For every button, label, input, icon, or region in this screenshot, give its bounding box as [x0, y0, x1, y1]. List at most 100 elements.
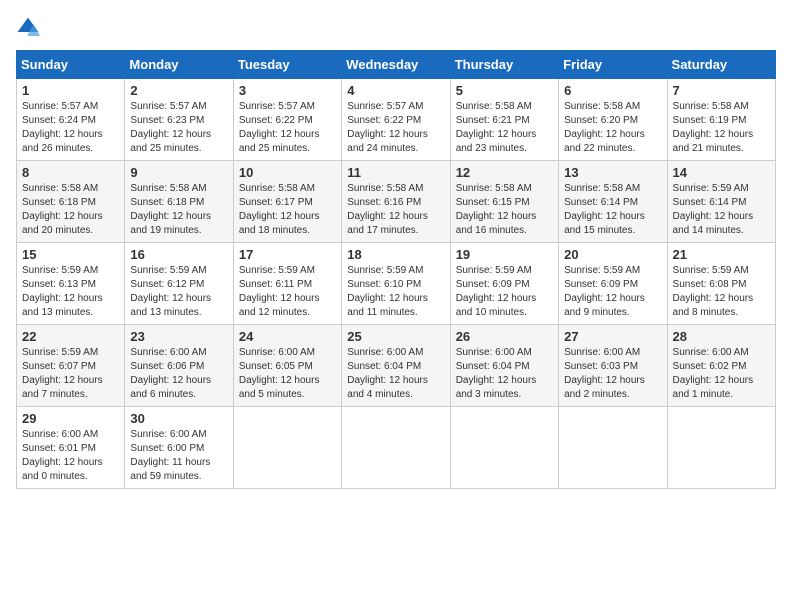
calendar-cell	[233, 407, 341, 489]
day-number: 23	[130, 329, 227, 344]
calendar-cell: 17 Sunrise: 5:59 AM Sunset: 6:11 PM Dayl…	[233, 243, 341, 325]
day-info: Sunrise: 5:58 AM Sunset: 6:20 PM Dayligh…	[564, 100, 661, 156]
column-headers-row: SundayMondayTuesdayWednesdayThursdayFrid…	[17, 51, 776, 79]
calendar-cell: 24 Sunrise: 6:00 AM Sunset: 6:05 PM Dayl…	[233, 325, 341, 407]
calendar-cell: 28 Sunrise: 6:00 AM Sunset: 6:02 PM Dayl…	[667, 325, 775, 407]
calendar-cell: 9 Sunrise: 5:58 AM Sunset: 6:18 PM Dayli…	[125, 161, 233, 243]
day-number: 16	[130, 247, 227, 262]
day-info: Sunrise: 5:59 AM Sunset: 6:07 PM Dayligh…	[22, 346, 119, 402]
calendar-cell: 2 Sunrise: 5:57 AM Sunset: 6:23 PM Dayli…	[125, 79, 233, 161]
day-info: Sunrise: 5:58 AM Sunset: 6:19 PM Dayligh…	[673, 100, 770, 156]
day-number: 24	[239, 329, 336, 344]
day-number: 9	[130, 165, 227, 180]
week-row-2: 8 Sunrise: 5:58 AM Sunset: 6:18 PM Dayli…	[17, 161, 776, 243]
day-number: 10	[239, 165, 336, 180]
day-info: Sunrise: 5:57 AM Sunset: 6:22 PM Dayligh…	[347, 100, 444, 156]
day-info: Sunrise: 5:59 AM Sunset: 6:12 PM Dayligh…	[130, 264, 227, 320]
day-number: 21	[673, 247, 770, 262]
calendar-cell	[667, 407, 775, 489]
day-info: Sunrise: 6:00 AM Sunset: 6:04 PM Dayligh…	[456, 346, 553, 402]
day-number: 20	[564, 247, 661, 262]
calendar-cell: 21 Sunrise: 5:59 AM Sunset: 6:08 PM Dayl…	[667, 243, 775, 325]
column-header-wednesday: Wednesday	[342, 51, 450, 79]
calendar-cell: 8 Sunrise: 5:58 AM Sunset: 6:18 PM Dayli…	[17, 161, 125, 243]
calendar-cell	[450, 407, 558, 489]
day-info: Sunrise: 5:57 AM Sunset: 6:22 PM Dayligh…	[239, 100, 336, 156]
day-info: Sunrise: 6:00 AM Sunset: 6:03 PM Dayligh…	[564, 346, 661, 402]
day-number: 26	[456, 329, 553, 344]
day-number: 12	[456, 165, 553, 180]
calendar-body: 1 Sunrise: 5:57 AM Sunset: 6:24 PM Dayli…	[17, 79, 776, 489]
header	[16, 16, 776, 40]
day-number: 30	[130, 411, 227, 426]
calendar-cell: 30 Sunrise: 6:00 AM Sunset: 6:00 PM Dayl…	[125, 407, 233, 489]
day-info: Sunrise: 5:59 AM Sunset: 6:09 PM Dayligh…	[456, 264, 553, 320]
day-number: 6	[564, 83, 661, 98]
logo	[16, 16, 44, 40]
column-header-sunday: Sunday	[17, 51, 125, 79]
day-number: 7	[673, 83, 770, 98]
day-info: Sunrise: 5:59 AM Sunset: 6:11 PM Dayligh…	[239, 264, 336, 320]
week-row-3: 15 Sunrise: 5:59 AM Sunset: 6:13 PM Dayl…	[17, 243, 776, 325]
day-number: 4	[347, 83, 444, 98]
week-row-5: 29 Sunrise: 6:00 AM Sunset: 6:01 PM Dayl…	[17, 407, 776, 489]
day-info: Sunrise: 6:00 AM Sunset: 6:04 PM Dayligh…	[347, 346, 444, 402]
day-info: Sunrise: 5:58 AM Sunset: 6:18 PM Dayligh…	[22, 182, 119, 238]
calendar-cell: 22 Sunrise: 5:59 AM Sunset: 6:07 PM Dayl…	[17, 325, 125, 407]
calendar-cell: 16 Sunrise: 5:59 AM Sunset: 6:12 PM Dayl…	[125, 243, 233, 325]
day-info: Sunrise: 6:00 AM Sunset: 6:05 PM Dayligh…	[239, 346, 336, 402]
week-row-4: 22 Sunrise: 5:59 AM Sunset: 6:07 PM Dayl…	[17, 325, 776, 407]
day-info: Sunrise: 6:00 AM Sunset: 6:06 PM Dayligh…	[130, 346, 227, 402]
column-header-thursday: Thursday	[450, 51, 558, 79]
day-number: 17	[239, 247, 336, 262]
calendar-cell: 12 Sunrise: 5:58 AM Sunset: 6:15 PM Dayl…	[450, 161, 558, 243]
day-number: 8	[22, 165, 119, 180]
column-header-monday: Monday	[125, 51, 233, 79]
day-info: Sunrise: 5:59 AM Sunset: 6:10 PM Dayligh…	[347, 264, 444, 320]
day-number: 25	[347, 329, 444, 344]
day-info: Sunrise: 5:59 AM Sunset: 6:09 PM Dayligh…	[564, 264, 661, 320]
day-info: Sunrise: 5:58 AM Sunset: 6:15 PM Dayligh…	[456, 182, 553, 238]
calendar-cell: 26 Sunrise: 6:00 AM Sunset: 6:04 PM Dayl…	[450, 325, 558, 407]
day-number: 13	[564, 165, 661, 180]
day-info: Sunrise: 5:58 AM Sunset: 6:16 PM Dayligh…	[347, 182, 444, 238]
calendar-cell: 14 Sunrise: 5:59 AM Sunset: 6:14 PM Dayl…	[667, 161, 775, 243]
calendar-table: SundayMondayTuesdayWednesdayThursdayFrid…	[16, 50, 776, 489]
day-info: Sunrise: 6:00 AM Sunset: 6:00 PM Dayligh…	[130, 428, 227, 484]
day-number: 3	[239, 83, 336, 98]
calendar-cell: 15 Sunrise: 5:59 AM Sunset: 6:13 PM Dayl…	[17, 243, 125, 325]
day-info: Sunrise: 5:57 AM Sunset: 6:24 PM Dayligh…	[22, 100, 119, 156]
day-info: Sunrise: 5:58 AM Sunset: 6:18 PM Dayligh…	[130, 182, 227, 238]
day-number: 15	[22, 247, 119, 262]
day-info: Sunrise: 6:00 AM Sunset: 6:01 PM Dayligh…	[22, 428, 119, 484]
day-number: 28	[673, 329, 770, 344]
calendar-cell: 6 Sunrise: 5:58 AM Sunset: 6:20 PM Dayli…	[559, 79, 667, 161]
day-info: Sunrise: 5:59 AM Sunset: 6:13 PM Dayligh…	[22, 264, 119, 320]
calendar-cell	[559, 407, 667, 489]
day-number: 2	[130, 83, 227, 98]
day-number: 11	[347, 165, 444, 180]
day-number: 22	[22, 329, 119, 344]
day-number: 19	[456, 247, 553, 262]
logo-icon	[16, 16, 40, 40]
column-header-tuesday: Tuesday	[233, 51, 341, 79]
calendar-cell: 19 Sunrise: 5:59 AM Sunset: 6:09 PM Dayl…	[450, 243, 558, 325]
day-info: Sunrise: 5:59 AM Sunset: 6:08 PM Dayligh…	[673, 264, 770, 320]
day-number: 5	[456, 83, 553, 98]
calendar-cell: 27 Sunrise: 6:00 AM Sunset: 6:03 PM Dayl…	[559, 325, 667, 407]
day-info: Sunrise: 5:58 AM Sunset: 6:17 PM Dayligh…	[239, 182, 336, 238]
calendar-cell: 25 Sunrise: 6:00 AM Sunset: 6:04 PM Dayl…	[342, 325, 450, 407]
day-number: 29	[22, 411, 119, 426]
column-header-saturday: Saturday	[667, 51, 775, 79]
calendar-cell	[342, 407, 450, 489]
day-number: 27	[564, 329, 661, 344]
day-number: 14	[673, 165, 770, 180]
calendar-cell: 10 Sunrise: 5:58 AM Sunset: 6:17 PM Dayl…	[233, 161, 341, 243]
calendar-cell: 13 Sunrise: 5:58 AM Sunset: 6:14 PM Dayl…	[559, 161, 667, 243]
day-info: Sunrise: 5:59 AM Sunset: 6:14 PM Dayligh…	[673, 182, 770, 238]
day-info: Sunrise: 5:58 AM Sunset: 6:14 PM Dayligh…	[564, 182, 661, 238]
day-info: Sunrise: 5:57 AM Sunset: 6:23 PM Dayligh…	[130, 100, 227, 156]
day-number: 18	[347, 247, 444, 262]
calendar-cell: 4 Sunrise: 5:57 AM Sunset: 6:22 PM Dayli…	[342, 79, 450, 161]
calendar-cell: 18 Sunrise: 5:59 AM Sunset: 6:10 PM Dayl…	[342, 243, 450, 325]
